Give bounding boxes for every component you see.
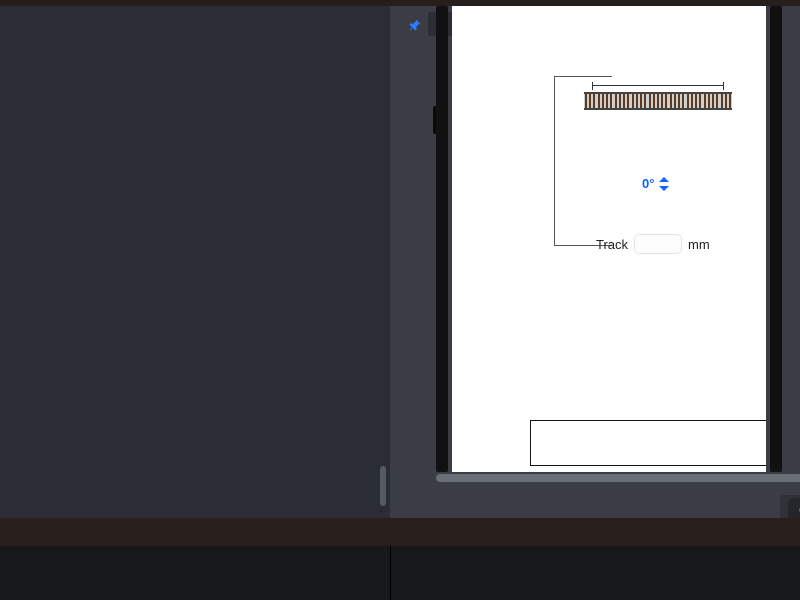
pin-button[interactable] (404, 14, 426, 36)
left-panel-scroll-thumb[interactable] (380, 466, 386, 506)
track-unit: mm (688, 237, 710, 252)
device-frame-left (436, 6, 448, 472)
preview-horizontal-scrollbar[interactable] (396, 472, 800, 484)
track-length-input[interactable] (634, 234, 682, 254)
bottom-band-upper (0, 518, 800, 546)
bottom-band-lower (0, 546, 800, 600)
track-label: Track (596, 237, 628, 252)
left-panel (0, 6, 390, 518)
preview-scroll-thumb[interactable] (436, 474, 800, 482)
angle-value: 0° (642, 176, 654, 191)
track-ties (584, 94, 732, 108)
bottom-placeholder-rect (530, 420, 766, 466)
track-segment[interactable] (584, 92, 732, 110)
device-frame-right (770, 6, 782, 472)
record-button[interactable] (791, 500, 800, 520)
stepper-icon (659, 177, 669, 191)
dimension-ruler (592, 82, 724, 90)
circle-dot-icon (795, 503, 800, 517)
preview-canvas: 0° Track mm (452, 6, 766, 472)
preview-panel: 0° Track mm (390, 6, 800, 518)
pin-icon (408, 18, 422, 32)
angle-stepper[interactable]: 0° (642, 176, 669, 191)
